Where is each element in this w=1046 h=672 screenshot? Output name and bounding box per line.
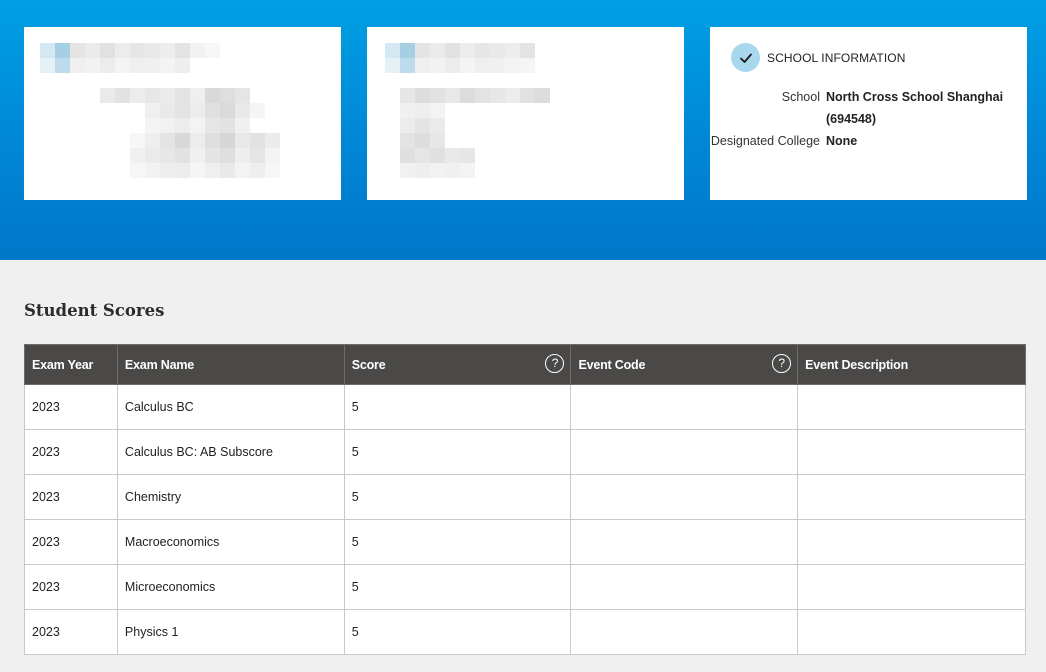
contact-info-card <box>367 27 684 200</box>
cell-event-description <box>797 429 1026 475</box>
cell-exam-name: Microeconomics <box>116 564 345 610</box>
table-header-row: Exam Year Exam Name Score? Event Code? E… <box>24 344 1026 385</box>
cell-event-description <box>797 474 1026 520</box>
cell-event-description <box>797 519 1026 565</box>
redacted-title <box>40 43 220 58</box>
cell-score: 5 <box>343 474 572 520</box>
cell-year: 2023 <box>24 564 118 610</box>
redacted-line <box>400 88 550 103</box>
redacted-title <box>385 43 535 58</box>
cell-event-code <box>570 609 799 655</box>
cell-event-description <box>797 564 1026 610</box>
redacted-line <box>400 103 445 118</box>
table-row: 2023 Chemistry 5 <box>24 474 1026 520</box>
student-info-card <box>24 27 341 200</box>
header-banner: SCHOOL INFORMATION School North Cross Sc… <box>0 0 1046 260</box>
cell-score: 5 <box>343 609 572 655</box>
col-event-code: Event Code? <box>570 344 799 385</box>
table-row: 2023 Calculus BC: AB Subscore 5 <box>24 429 1026 475</box>
cell-year: 2023 <box>24 384 118 430</box>
cell-event-description <box>797 384 1026 430</box>
cell-exam-name: Chemistry <box>116 474 345 520</box>
redacted-line <box>400 133 445 148</box>
cell-exam-name: Calculus BC: AB Subscore <box>116 429 345 475</box>
col-event-description: Event Description <box>797 344 1026 385</box>
cell-event-code <box>570 429 799 475</box>
redacted-line <box>130 148 280 163</box>
score-help-icon[interactable]: ? <box>545 354 565 373</box>
redacted-line <box>400 163 475 178</box>
cell-score: 5 <box>343 384 572 430</box>
cell-year: 2023 <box>24 474 118 520</box>
redacted-line <box>145 118 250 133</box>
cell-year: 2023 <box>24 429 118 475</box>
redacted-title-row2 <box>385 58 535 73</box>
redacted-line <box>130 163 280 178</box>
cell-event-code <box>570 384 799 430</box>
table-row: 2023 Calculus BC 5 <box>24 384 1026 430</box>
cell-event-code <box>570 474 799 520</box>
designated-college-label: Designated College <box>710 134 820 148</box>
redacted-title-row2 <box>40 58 190 73</box>
col-event-code-label: Event Code <box>578 357 646 372</box>
table-row: 2023 Microeconomics 5 <box>24 564 1026 610</box>
cell-year: 2023 <box>24 609 118 655</box>
table-row: 2023 Macroeconomics 5 <box>24 519 1026 565</box>
school-label: School <box>781 90 820 104</box>
redacted-line <box>400 118 445 133</box>
section-heading: Student Scores <box>24 301 165 320</box>
redacted-line <box>145 103 265 118</box>
designated-college-value: None <box>826 134 858 148</box>
cell-event-code <box>570 564 799 610</box>
cell-event-code <box>570 519 799 565</box>
cell-score: 5 <box>343 564 572 610</box>
redacted-line <box>100 88 280 103</box>
cell-score: 5 <box>343 519 572 565</box>
cell-year: 2023 <box>24 519 118 565</box>
cell-event-description <box>797 609 1026 655</box>
scores-table: Exam Year Exam Name Score? Event Code? E… <box>24 344 1026 655</box>
table-row: 2023 Physics 1 5 <box>24 609 1026 655</box>
redacted-line <box>400 148 475 163</box>
cell-exam-name: Physics 1 <box>116 609 345 655</box>
event-code-help-icon[interactable]: ? <box>772 354 792 373</box>
check-icon <box>731 43 760 72</box>
school-value: North Cross School Shanghai (694548) <box>826 90 1004 126</box>
school-info-card: SCHOOL INFORMATION School North Cross Sc… <box>710 27 1027 200</box>
col-score: Score? <box>343 344 572 385</box>
section-title: SCHOOL INFORMATION <box>767 51 906 65</box>
col-exam-name: Exam Name <box>116 344 345 385</box>
redacted-line <box>130 133 280 148</box>
col-exam-year: Exam Year <box>24 344 118 385</box>
cell-exam-name: Macroeconomics <box>116 519 345 565</box>
col-score-label: Score <box>351 357 386 372</box>
cell-score: 5 <box>343 429 572 475</box>
cell-exam-name: Calculus BC <box>116 384 345 430</box>
